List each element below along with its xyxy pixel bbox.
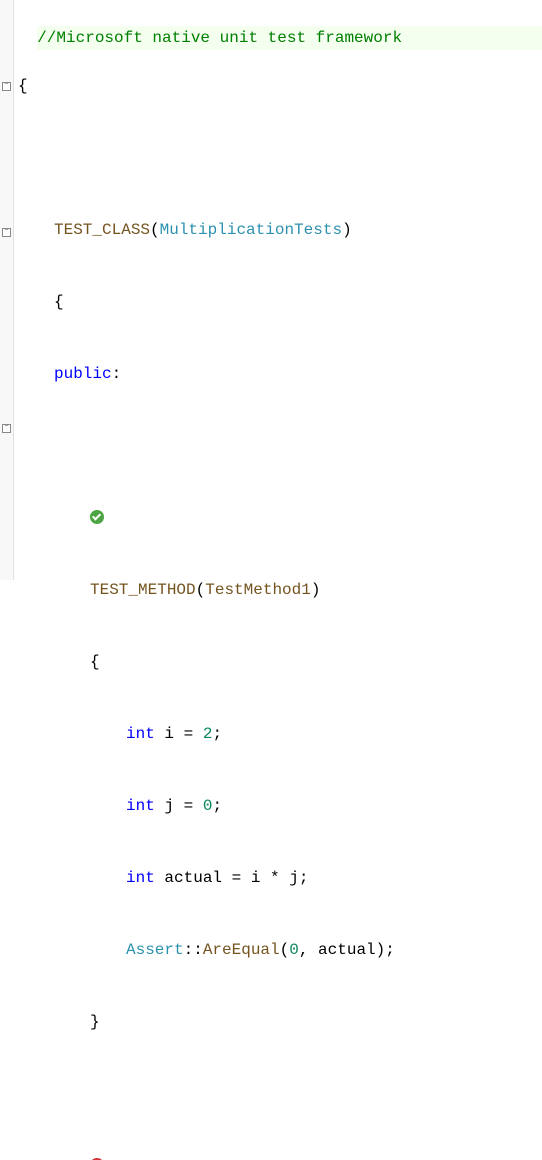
- brace-open: {: [54, 293, 64, 311]
- test-pass-icon: [90, 510, 104, 524]
- brace-open: {: [18, 77, 28, 95]
- editor-gutter: [0, 0, 14, 580]
- assert-class: Assert: [126, 941, 184, 959]
- int-keyword: int: [126, 869, 155, 887]
- brace-close: }: [90, 1013, 100, 1031]
- code-editor[interactable]: //Microsoft native unit test framework {…: [14, 0, 542, 1160]
- fold-toggle-icon[interactable]: [2, 424, 11, 433]
- test-fail-icon: [90, 1158, 104, 1160]
- int-keyword: int: [126, 725, 155, 743]
- int-keyword: int: [126, 797, 155, 815]
- fold-toggle-icon[interactable]: [2, 82, 11, 91]
- code-comment: //Microsoft native unit test framework: [37, 29, 402, 47]
- public-keyword: public: [54, 365, 112, 383]
- brace-open: {: [90, 653, 100, 671]
- test-class-macro: TEST_CLASS: [54, 221, 150, 239]
- test-class-name: MultiplicationTests: [160, 221, 342, 239]
- fold-toggle-icon[interactable]: [2, 228, 11, 237]
- test-method-name-1: TestMethod1: [205, 581, 311, 599]
- assert-method: AreEqual: [203, 941, 280, 959]
- test-method-macro: TEST_METHOD: [90, 581, 196, 599]
